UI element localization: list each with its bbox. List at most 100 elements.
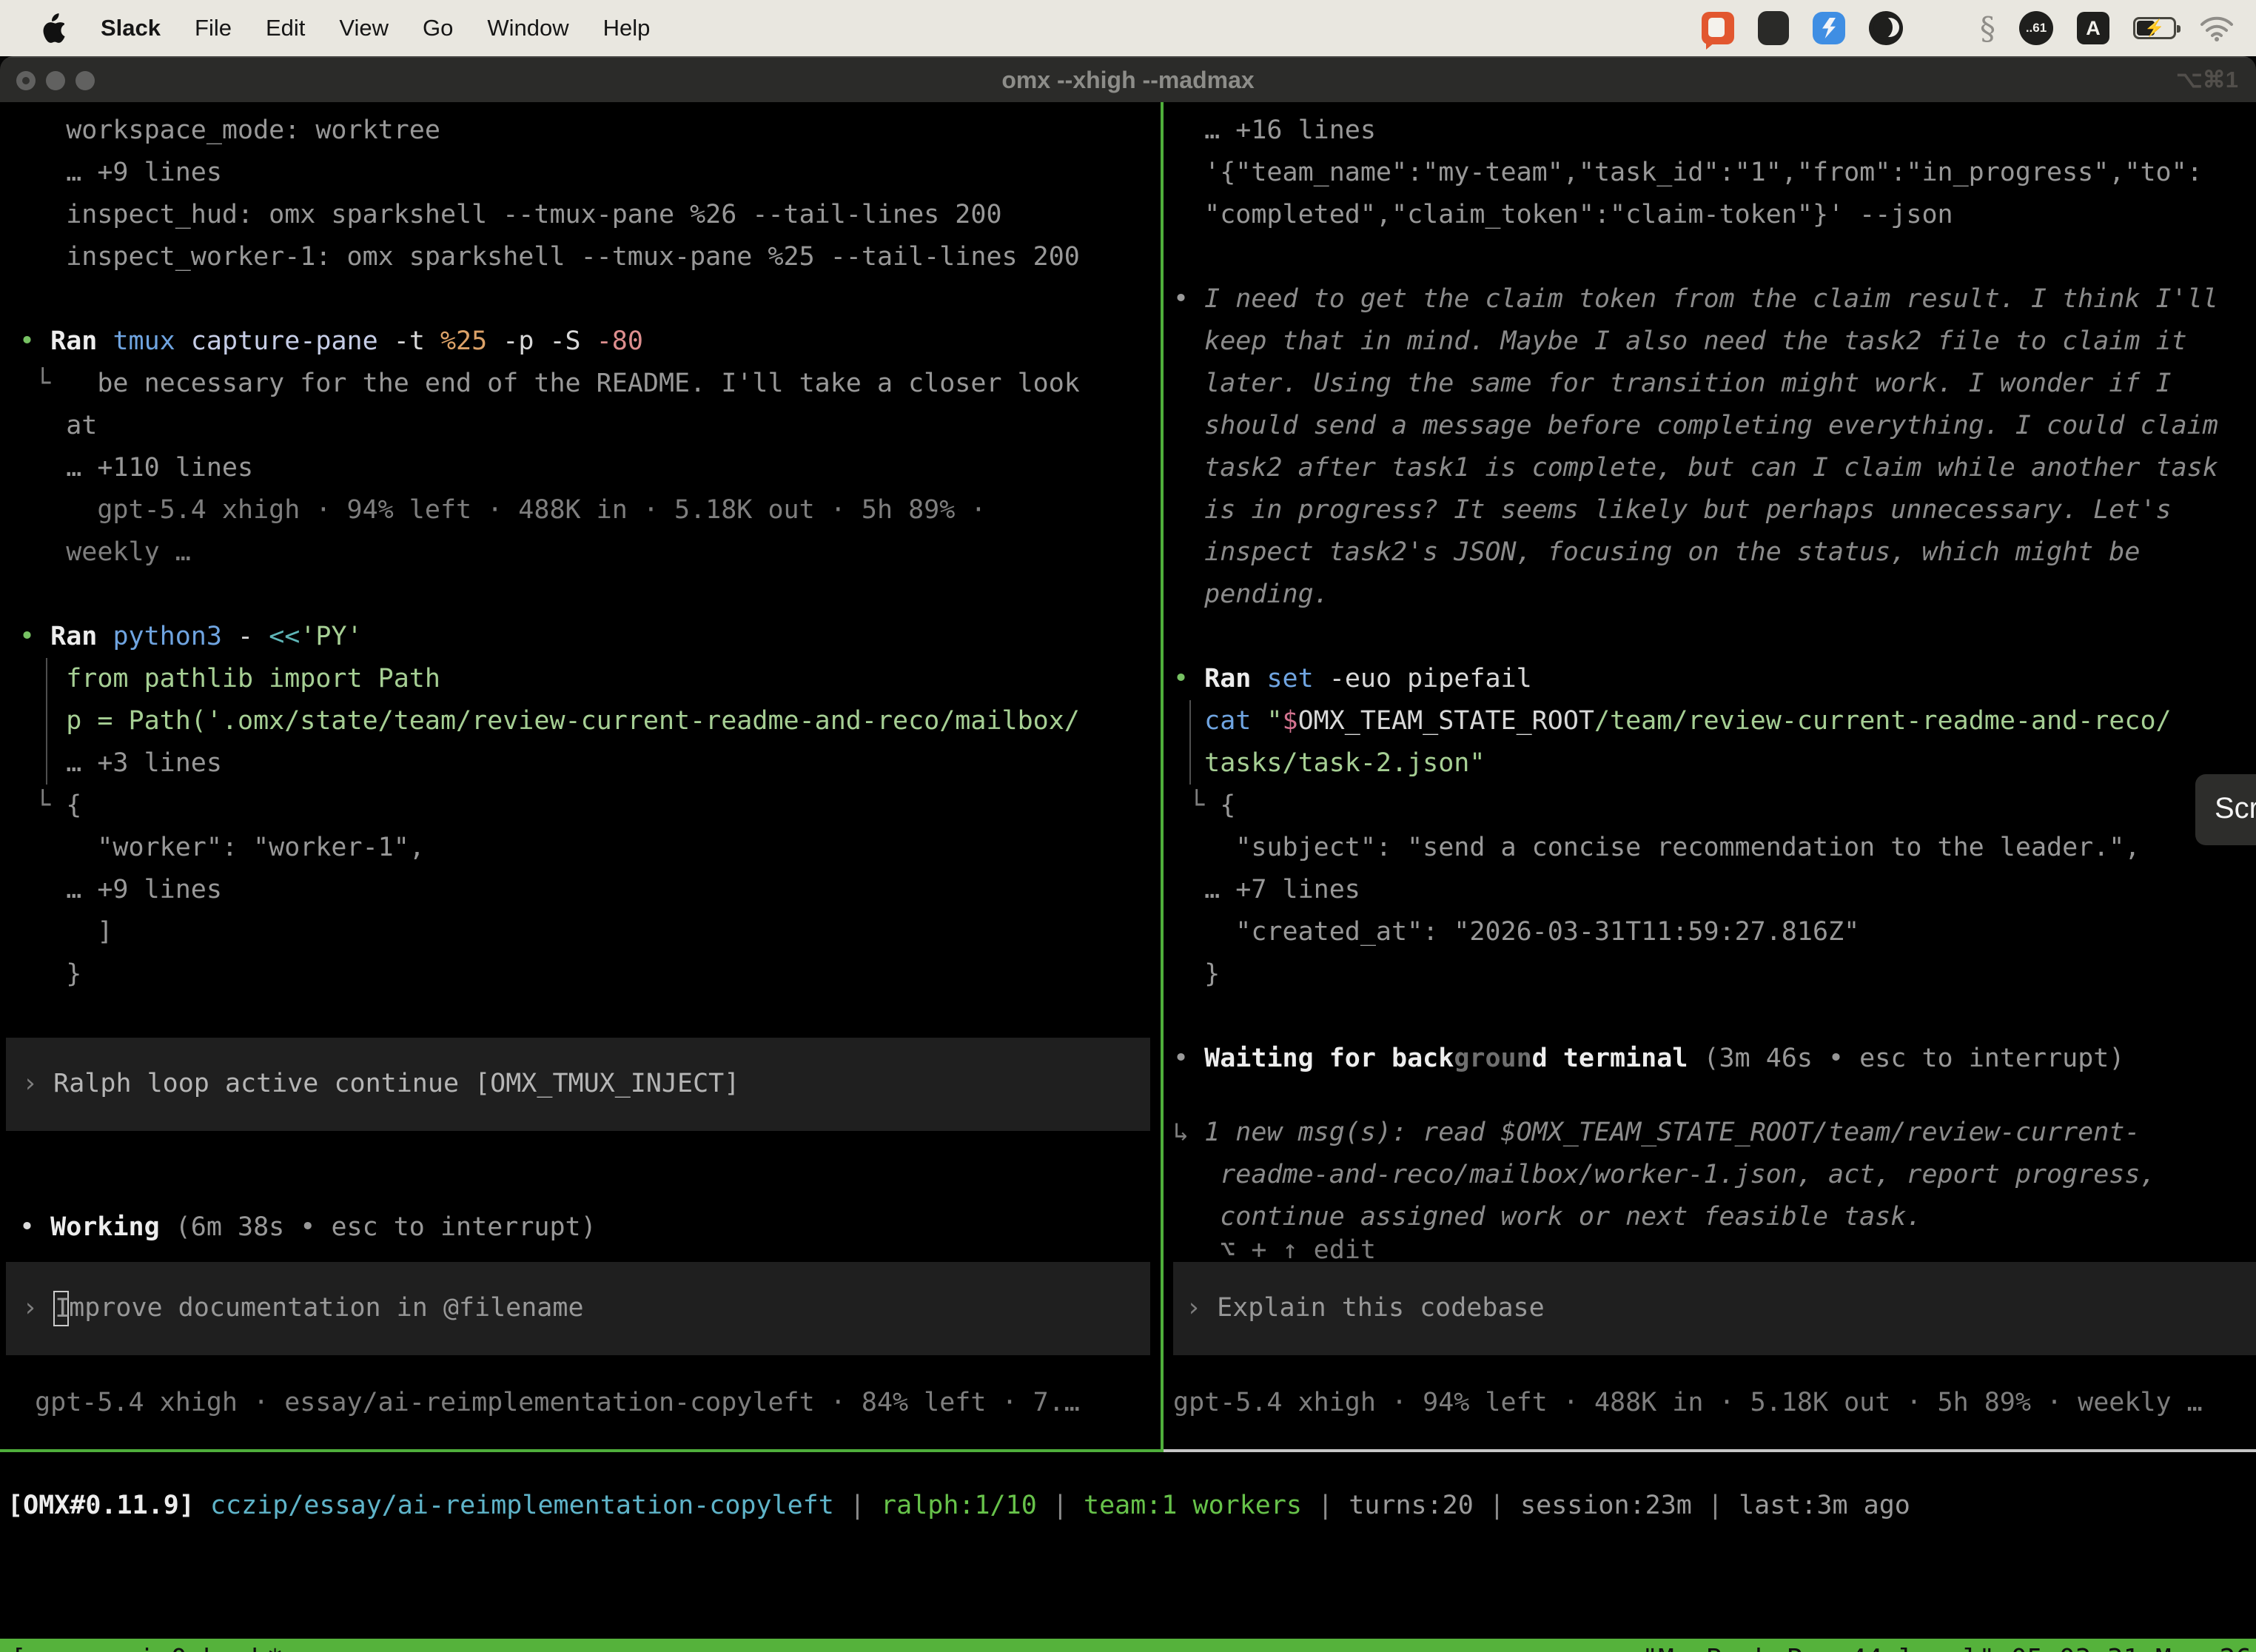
terminal-line: tasks/task-2.json" bbox=[1173, 742, 2256, 785]
dots-grid-icon[interactable] bbox=[1927, 13, 1956, 43]
terminal-line: └ { bbox=[1173, 785, 2256, 827]
spacer bbox=[1173, 995, 2256, 1038]
terminal-window: omx --xhigh --madmax ⌥⌘1 workspace_mode:… bbox=[0, 56, 2256, 1652]
text-segment: ⌥ + ↑ edit bbox=[1173, 1235, 1376, 1265]
wifi-icon[interactable] bbox=[2200, 15, 2234, 41]
terminal-line: "created_at": "2026-03-31T11:59:27.816Z" bbox=[1173, 911, 2256, 953]
text-segment: "subject": "send a concise recommendatio… bbox=[1173, 833, 2140, 862]
terminal-line: gpt-5.4 xhigh · essay/ai-reimplementatio… bbox=[0, 1382, 1161, 1424]
badge-61-icon[interactable]: ..61 bbox=[2019, 11, 2053, 45]
text-segment: groun bbox=[1454, 1044, 1531, 1073]
text-segment: • bbox=[19, 622, 50, 651]
letter-a-icon[interactable]: A bbox=[2077, 12, 2109, 44]
text-segment: p = Path('.omx/state/team/review-current… bbox=[19, 706, 1080, 736]
terminal-line: inspect_worker-1: omx sparkshell --tmux-… bbox=[0, 236, 1161, 278]
text-segment: set bbox=[1266, 664, 1329, 694]
screenshot-tooltip: Scre bbox=[2195, 774, 2256, 845]
text-segment: (6m 38s • esc to interrupt) bbox=[175, 1212, 597, 1242]
tmux-pane-left[interactable]: workspace_mode: worktree … +9 lines insp… bbox=[0, 102, 1161, 1449]
blue-badge-icon[interactable] bbox=[1813, 12, 1845, 44]
menu-item-go[interactable]: Go bbox=[423, 15, 453, 41]
battery-icon[interactable]: ⚡ bbox=[2133, 17, 2176, 39]
text-segment: at bbox=[19, 411, 97, 440]
text-segment: workspace_mode: worktree bbox=[19, 115, 440, 145]
text-segment: $ bbox=[1283, 706, 1298, 736]
terminal-line: … +9 lines bbox=[0, 869, 1161, 911]
window-titlebar: omx --xhigh --madmax ⌥⌘1 bbox=[0, 56, 2256, 102]
menu-item-file[interactable]: File bbox=[195, 15, 232, 41]
separator: | bbox=[1489, 1491, 1520, 1520]
menu-item-window[interactable]: Window bbox=[487, 15, 568, 41]
terminal-line: cat "$OMX_TEAM_STATE_ROOT/team/review-cu… bbox=[1173, 700, 2256, 742]
squiggle-icon[interactable]: § bbox=[1980, 10, 1995, 47]
text-segment: • bbox=[1173, 1044, 1204, 1073]
separator: | bbox=[1708, 1491, 1739, 1520]
terminal-line: … +3 lines bbox=[0, 742, 1161, 785]
terminal-line: readme-and-reco/mailbox/worker-1.json, a… bbox=[1173, 1154, 2256, 1196]
text-segment: • bbox=[1173, 284, 1204, 314]
crescent-moon-icon[interactable] bbox=[1869, 11, 1903, 45]
tmux-pane-right[interactable]: … +16 lines '{"team_name":"my-team","tas… bbox=[1173, 102, 2256, 1449]
terminal-line: • Ran tmux capture-pane -t %25 -p -S -80 bbox=[0, 320, 1161, 363]
terminal-line: inspect_hud: omx sparkshell --tmux-pane … bbox=[0, 194, 1161, 236]
menu-item-edit[interactable]: Edit bbox=[266, 15, 305, 41]
text-segment: 'PY' bbox=[300, 622, 362, 651]
keypad-shield-icon[interactable] bbox=[1758, 11, 1789, 45]
terminal-line: workspace_mode: worktree bbox=[0, 110, 1161, 152]
text-segment: Ralph loop active continue [OMX_TMUX_INJ… bbox=[53, 1069, 739, 1098]
separator: | bbox=[1317, 1491, 1349, 1520]
prompt-input-left[interactable]: › Improve documentation in @filename bbox=[6, 1262, 1150, 1355]
text-segment: d terminal bbox=[1532, 1044, 1704, 1073]
terminal-line: ] bbox=[0, 911, 1161, 953]
text-segment: • bbox=[19, 1212, 50, 1242]
tmux-host-clock: "MacBook-Pro-44.local" 05:03 31-Mar-26 bbox=[1642, 1639, 2256, 1652]
text-segment: … +7 lines bbox=[1173, 875, 1360, 904]
terminal-content: workspace_mode: worktree … +9 lines insp… bbox=[0, 102, 2256, 1652]
text-cursor: I bbox=[53, 1291, 69, 1326]
terminal-line: … +16 lines bbox=[1173, 110, 2256, 152]
text-segment: gpt-5.4 xhigh · essay/ai-reimplementatio… bbox=[19, 1388, 1080, 1417]
terminal-line: gpt-5.4 xhigh · 94% left · 488K in · 5.1… bbox=[0, 489, 1161, 531]
spacer bbox=[1173, 1080, 2256, 1112]
text-segment: ] bbox=[19, 917, 113, 947]
apple-menu-icon[interactable] bbox=[41, 13, 67, 43]
terminal-line: • Ran set -euo pipefail bbox=[1173, 658, 2256, 700]
text-segment: (3m 46s • esc to interrupt) bbox=[1703, 1044, 2124, 1073]
terminal-line: should send a message before completing … bbox=[1173, 405, 2256, 447]
text-segment: "completed","claim_token":"claim-token"}… bbox=[1173, 200, 1953, 229]
window-title: omx --xhigh --madmax bbox=[0, 67, 2256, 94]
terminal-line: } bbox=[0, 953, 1161, 995]
text-segment: I need to get the claim token from the c… bbox=[1204, 284, 2218, 314]
text-segment: • bbox=[19, 326, 50, 356]
separator: | bbox=[850, 1491, 881, 1520]
text-segment: task2 after task1 is complete, but can I… bbox=[1173, 453, 2218, 483]
tmux-session-name: [omx-cczip0:bash* bbox=[0, 1639, 283, 1652]
terminal-line: '{"team_name":"my-team","task_id":"1","f… bbox=[1173, 152, 2256, 194]
terminal-line: … +110 lines bbox=[0, 447, 1161, 489]
text-segment: Waiting for back bbox=[1204, 1044, 1454, 1073]
text-segment: … +16 lines bbox=[1173, 115, 1376, 145]
terminal-line: p = Path('.omx/state/team/review-current… bbox=[0, 700, 1161, 742]
menu-item-view[interactable]: View bbox=[339, 15, 389, 41]
terminal-line: pending. bbox=[1173, 574, 2256, 616]
terminal-line: • I need to get the claim token from the… bbox=[1173, 278, 2256, 320]
pane-border-bottom-left bbox=[0, 1449, 1164, 1452]
text-segment: /team/review-current-readme-and-reco/ bbox=[1594, 706, 2172, 736]
text-segment: be necessary for the end of the README. … bbox=[97, 369, 1080, 398]
text-segment: '{"team_name":"my-team","task_id":"1","f… bbox=[1173, 158, 2203, 187]
omx-turns: turns:20 bbox=[1349, 1491, 1489, 1520]
pane-divider[interactable] bbox=[1161, 102, 1164, 1451]
text-segment: << bbox=[269, 622, 300, 651]
text-segment: keep that in mind. Maybe I also need the… bbox=[1173, 326, 2187, 356]
text-segment: └ bbox=[1173, 790, 1220, 820]
terminal-line: • Working (6m 38s • esc to interrupt) bbox=[0, 1206, 1161, 1249]
menu-item-app[interactable]: Slack bbox=[101, 15, 161, 41]
chat-app-icon[interactable] bbox=[1702, 12, 1734, 44]
text-segment: readme-and-reco/mailbox/worker-1.json, a… bbox=[1173, 1160, 2156, 1189]
prompt-input-right[interactable]: › Explain this codebase bbox=[1173, 1262, 2256, 1355]
text-segment: -t bbox=[394, 326, 440, 356]
menu-item-help[interactable]: Help bbox=[603, 15, 651, 41]
terminal-line: └ { bbox=[0, 785, 1161, 827]
terminal-line: "completed","claim_token":"claim-token"}… bbox=[1173, 194, 2256, 236]
terminal-line: • Waiting for background terminal (3m 46… bbox=[1173, 1038, 2256, 1080]
